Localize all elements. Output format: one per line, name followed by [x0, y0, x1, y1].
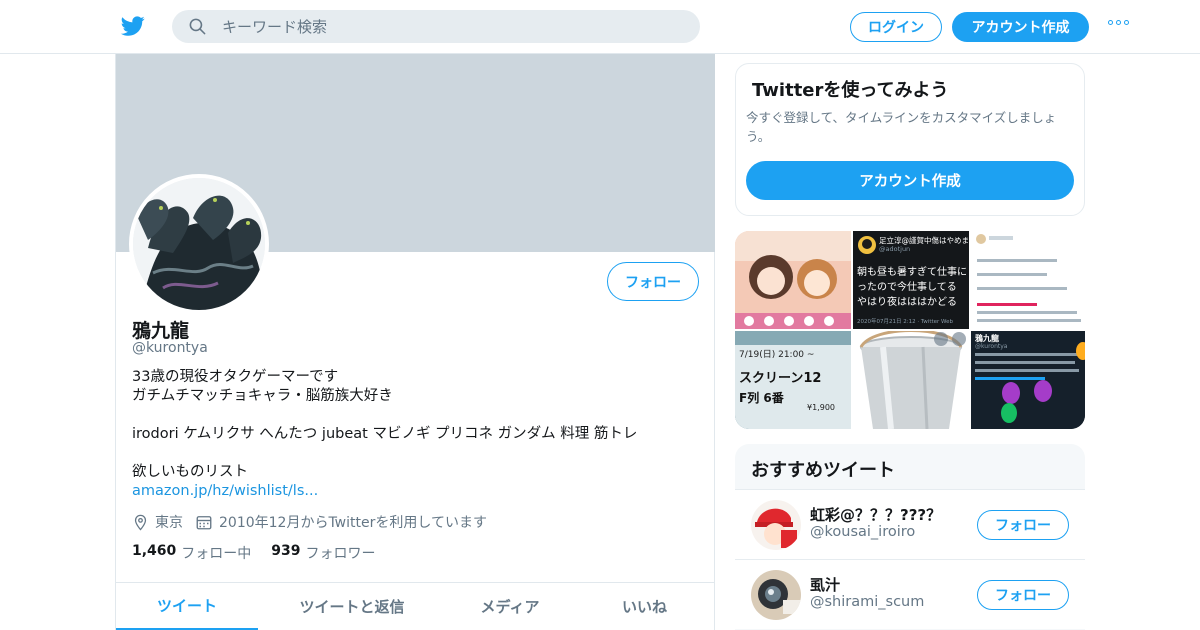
- tab-tweets-replies[interactable]: ツイートと返信: [258, 583, 446, 630]
- login-button[interactable]: ログイン: [850, 12, 942, 42]
- avatar[interactable]: [751, 570, 801, 620]
- signup-card-title: Twitterを使ってみよう: [752, 80, 949, 101]
- profile-joined-date: 2010年12月からTwitterを利用しています: [219, 515, 487, 531]
- calendar-icon: [196, 516, 212, 530]
- media-thumbnail[interactable]: 鴉九龍 @kurontya: [971, 331, 1085, 429]
- recommended-user-name[interactable]: 虱汁: [810, 574, 840, 595]
- profile-bio: 33歳の現役オタクゲーマーです ガチムチマッチョキャラ・脳筋族大好き irodo…: [132, 368, 702, 501]
- profile-tabs: ツイート ツイートと返信 メディア いいね: [116, 582, 715, 630]
- signup-card-description: 今すぐ登録して、タイムラインをカスタマイズしましょう。: [746, 110, 1057, 144]
- ticket-date: 7/19(日) 21:00 ~: [739, 350, 815, 360]
- bio-line: 欲しいものリスト: [132, 464, 248, 480]
- follow-button[interactable]: フォロー: [607, 262, 699, 301]
- thumb-profile-handle: @kurontya: [975, 343, 1008, 350]
- wishlist-link[interactable]: amazon.jp/hz/wishlist/ls...: [132, 483, 318, 499]
- bio-line: 33歳の現役オタクゲーマーです: [132, 369, 339, 385]
- profile-name: 鴉九龍: [132, 320, 190, 342]
- following-count[interactable]: 1,460 フォロー中: [132, 543, 251, 563]
- signup-button[interactable]: アカウント作成: [952, 12, 1089, 42]
- avatar-image: [133, 178, 265, 310]
- followers-count[interactable]: 939 フォロワー: [271, 543, 375, 563]
- top-navigation-bar: ログイン アカウント作成: [0, 0, 1200, 54]
- list-item[interactable]: 虹彩@？？？???？ @kousai_iroiro フォロー: [735, 489, 1085, 559]
- avatar[interactable]: [751, 500, 801, 550]
- following-label: フォロー中: [181, 546, 252, 562]
- follow-button[interactable]: フォロー: [977, 510, 1069, 540]
- bio-line: ガチムチマッチョキャラ・脳筋族大好き: [132, 388, 393, 404]
- profile-meta: 東京 2010年12月からTwitterを利用しています: [132, 512, 499, 532]
- media-thumbnail[interactable]: [853, 331, 969, 429]
- twitter-bird-icon[interactable]: [120, 14, 146, 38]
- followers-number: 939: [271, 543, 301, 559]
- ticket-screen: スクリーン12: [739, 371, 822, 386]
- follow-button[interactable]: フォロー: [977, 580, 1069, 610]
- search-input[interactable]: [222, 10, 682, 43]
- media-thumbnail[interactable]: 足立淳@謹賀中傷はやめま @adotjun 朝も昼も暑すぎて仕事に ったので今仕…: [853, 231, 969, 329]
- profile-avatar[interactable]: [129, 174, 269, 314]
- tab-media[interactable]: メディア: [446, 583, 574, 630]
- ticket-price: ¥1,900: [807, 403, 835, 412]
- ticket-seat: F列 6番: [739, 391, 784, 405]
- profile-handle: @kurontya: [132, 340, 208, 356]
- search-bar[interactable]: [172, 10, 700, 43]
- thumb-tweet-text: 朝も昼も暑すぎて仕事に ったので今仕事してる やはり夜はははかどる: [857, 267, 967, 308]
- profile-counts: 1,460 フォロー中 939 フォロワー: [132, 543, 396, 563]
- recommended-users: おすすめツイート 虹彩@？？？???？ @kousai_iroiro フォロー: [735, 444, 1085, 630]
- recommended-user-handle: @kousai_iroiro: [810, 524, 916, 540]
- following-number: 1,460: [132, 543, 177, 559]
- location-pin-icon: [134, 514, 147, 531]
- recommended-user-name[interactable]: 虹彩@？？？???？: [810, 504, 941, 525]
- bio-line: irodori ケムリクサ へんたつ jubeat マビノギ プリコネ ガンダム…: [132, 426, 638, 442]
- followers-label: フォロワー: [305, 546, 376, 562]
- signup-card-button[interactable]: アカウント作成: [746, 161, 1074, 200]
- media-thumbnail[interactable]: 7/19(日) 21:00 ~ スクリーン12 F列 6番 ¥1,900: [735, 331, 851, 429]
- search-icon: [189, 18, 206, 35]
- media-thumbnail[interactable]: [735, 231, 851, 329]
- profile-column: フォロー 鴉九龍 @kurontya 33歳の現役オタクゲーマーです ガチムチマ…: [115, 54, 715, 630]
- thumb-tweet-date: 2020年07月21日 2:12 · Twitter Web: [857, 319, 954, 325]
- list-item[interactable]: 虱汁 @shirami_scum フォロー: [735, 559, 1085, 629]
- more-dots-icon[interactable]: [1108, 20, 1129, 25]
- tab-tweets[interactable]: ツイート: [116, 583, 258, 630]
- tab-likes[interactable]: いいね: [574, 583, 715, 630]
- recommended-user-handle: @shirami_scum: [810, 594, 925, 610]
- profile-location: 東京: [155, 515, 183, 531]
- media-grid: 足立淳@謹賀中傷はやめま @adotjun 朝も昼も暑すぎて仕事に ったので今仕…: [735, 231, 1085, 429]
- recommended-title: おすすめツイート: [751, 460, 895, 481]
- signup-card: Twitterを使ってみよう 今すぐ登録して、タイムラインをカスタマイズしましょ…: [735, 63, 1085, 216]
- thumb-tweet-handle: @adotjun: [879, 245, 911, 253]
- media-thumbnail[interactable]: [971, 231, 1085, 329]
